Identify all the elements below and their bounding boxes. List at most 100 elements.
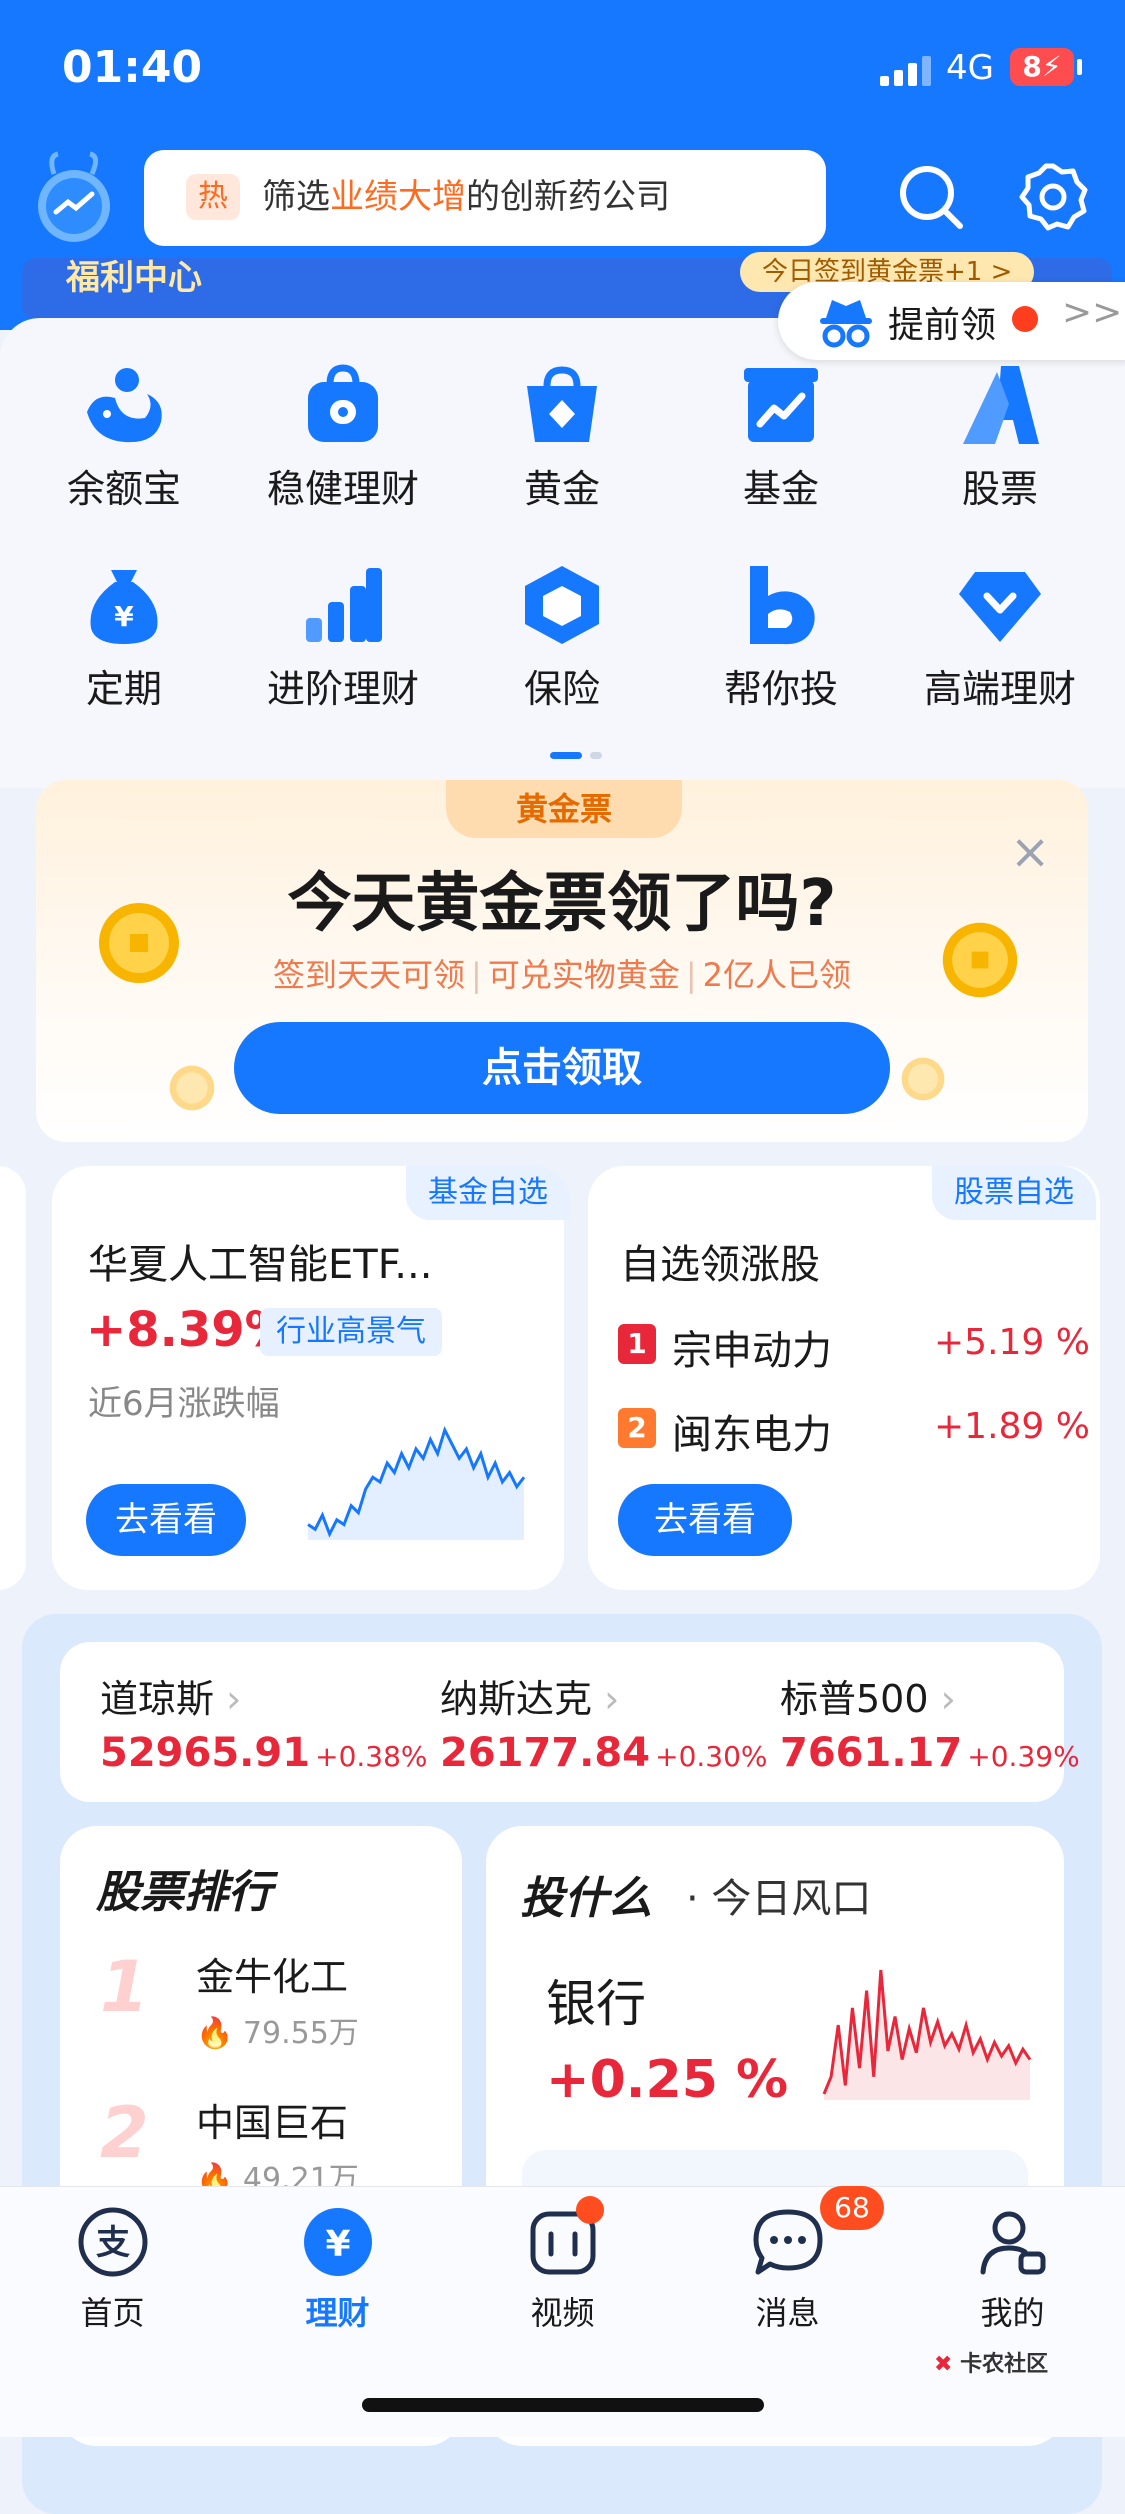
grid-label: 高端理财 — [923, 667, 1076, 711]
rank-badge: 1 — [618, 1324, 656, 1364]
fund-watchlist-tag: 基金自选 — [406, 1166, 570, 1220]
settings-gear-icon[interactable] — [1018, 162, 1088, 232]
gold-coin-icon — [901, 1057, 945, 1101]
grid-item-fund[interactable]: 基金 — [681, 362, 881, 513]
stock-name[interactable]: 闽东电力 — [672, 1402, 832, 1460]
tab-profile[interactable]: 我的 — [900, 2204, 1125, 2334]
message-count-badge: 68 — [820, 2186, 884, 2230]
grid-label: 黄金 — [523, 467, 600, 511]
index-name[interactable]: 纳斯达克 › — [440, 1668, 619, 1723]
message-icon — [753, 2209, 822, 2275]
grid-item-stock[interactable]: 股票 — [900, 362, 1100, 513]
rank-heat: 🔥 79.55万 — [196, 2008, 359, 2052]
sector-name: 银行 — [546, 1975, 646, 2033]
chevron-right-icon: › — [226, 1677, 242, 1721]
index-change: +0.38% — [315, 1740, 428, 1773]
signal-icon — [880, 56, 931, 86]
grid-label: 进阶理财 — [266, 667, 419, 711]
diamond-icon — [959, 572, 1041, 642]
svg-text:¥: ¥ — [114, 600, 134, 633]
fund-view-button[interactable]: 去看看 — [86, 1484, 246, 1556]
grid-label: 定期 — [85, 667, 162, 711]
status-time: 01:40 — [62, 42, 203, 93]
index-name[interactable]: 道琼斯 › — [100, 1668, 241, 1723]
yuebao-icon — [87, 368, 162, 443]
fund-pill: 行业高景气 — [260, 1308, 442, 1356]
stock-change: +1.89 % — [934, 1406, 1090, 1447]
stock-view-button[interactable]: 去看看 — [618, 1484, 792, 1556]
fund-sparkline — [307, 1425, 526, 1540]
grid-label: 稳健理财 — [266, 467, 419, 511]
search-prefix: 筛选 — [262, 177, 330, 217]
banner-title: 今天黄金票领了吗? — [287, 867, 837, 941]
battery-icon: 8⚡ — [1010, 48, 1074, 86]
chevron-right-icon: › — [604, 1677, 620, 1721]
index-name-text: 标普500 — [780, 1677, 929, 1721]
hot-tag: 热 — [186, 174, 240, 220]
banner-sub-item: 可兑实物黄金 — [487, 956, 680, 994]
fund-name: 华夏人工智能ETF... — [88, 1242, 433, 1288]
app-mascot-icon[interactable] — [34, 150, 114, 245]
index-value: 52965.91 — [100, 1730, 311, 1776]
index-value: 7661.17 — [780, 1730, 963, 1776]
rank-stock-name[interactable]: 金牛化工 — [196, 1946, 348, 2001]
insurance-icon — [525, 566, 599, 644]
grid-item-yuebao[interactable]: 余额宝 — [24, 362, 224, 513]
banner-sub-item: 签到天天可领 — [273, 956, 466, 994]
sector-change: +0.25 % — [546, 2050, 789, 2110]
rank-stock-name[interactable]: 中国巨石 — [196, 2092, 348, 2147]
divider: | — [471, 956, 482, 994]
profile-icon — [980, 2211, 1045, 2275]
grid-item-premium[interactable]: 高端理财 — [900, 562, 1100, 713]
grid-label: 基金 — [742, 467, 819, 511]
gold-coin-icon — [942, 922, 1018, 998]
invest-helper-icon — [750, 566, 815, 645]
fund-icon — [744, 368, 818, 442]
advance-claim-label: 提前领 — [888, 305, 997, 346]
sector-sparkline — [822, 1969, 1032, 2100]
rank-number: 2 — [100, 2092, 149, 2174]
index-name[interactable]: 标普500 › — [780, 1668, 956, 1723]
rank-badge: 2 — [618, 1408, 656, 1448]
stock-watchlist-tag: 股票自选 — [932, 1166, 1096, 1220]
banner-tag: 黄金票 — [446, 780, 682, 838]
index-change: +0.30% — [655, 1740, 768, 1773]
grid-item-fixed-term[interactable]: ¥ 定期 — [24, 562, 224, 713]
wallet-icon — [308, 364, 378, 442]
rank-number: 1 — [100, 1946, 149, 2028]
stock-name[interactable]: 宗申动力 — [672, 1318, 832, 1376]
previous-card-peek[interactable] — [0, 1166, 26, 1590]
bar-chart-icon — [306, 568, 382, 642]
grid-item-insurance[interactable]: 保险 — [462, 562, 662, 713]
tab-label: 首页 — [80, 2294, 145, 2332]
grid-label: 帮你投 — [723, 667, 838, 711]
tab-home[interactable]: 支 首页 — [0, 2204, 225, 2334]
banner-subtitle: 签到天天可领 | 可兑实物黄金 | 2亿人已领 — [36, 950, 1088, 996]
tab-label: 我的 — [980, 2294, 1045, 2332]
double-chevron-icon: >> — [1062, 292, 1123, 333]
tab-video[interactable]: 视频 — [450, 2204, 675, 2334]
grid-item-gold[interactable]: 黄金 — [462, 362, 662, 513]
welfare-center-label: 福利中心 — [66, 258, 202, 298]
grid-item-invest-helper[interactable]: 帮你投 — [681, 562, 881, 713]
network-label: 4G — [946, 48, 994, 88]
grid-item-steady[interactable]: 稳健理财 — [243, 362, 443, 513]
grid-item-advanced[interactable]: 进阶理财 — [243, 562, 443, 713]
search-icon[interactable] — [896, 162, 966, 232]
search-suffix: 的创新药公司 — [466, 177, 670, 217]
search-suggestion[interactable]: 筛选业绩大增的创新药公司 — [262, 174, 670, 220]
tab-wealth[interactable]: ¥ 理财 — [225, 2204, 450, 2334]
grid-label: 股票 — [961, 467, 1038, 511]
page-dot — [590, 752, 602, 759]
watermark-logo-icon: ✖ — [934, 2352, 953, 2377]
index-quote: 26177.84 +0.30% — [440, 1730, 768, 1776]
svg-text:¥: ¥ — [325, 2224, 350, 2265]
tab-label: 视频 — [530, 2294, 595, 2332]
watermark-text: 卡农社区 — [960, 2352, 1049, 2377]
claim-button[interactable]: 点击领取 — [234, 1022, 890, 1114]
rank-heat-value: 79.55万 — [242, 2016, 359, 2051]
banner-sub-item: 2亿人已领 — [702, 956, 851, 994]
index-quote: 52965.91 +0.38% — [100, 1730, 428, 1776]
incognito-icon — [820, 300, 872, 348]
index-value: 26177.84 — [440, 1730, 651, 1776]
